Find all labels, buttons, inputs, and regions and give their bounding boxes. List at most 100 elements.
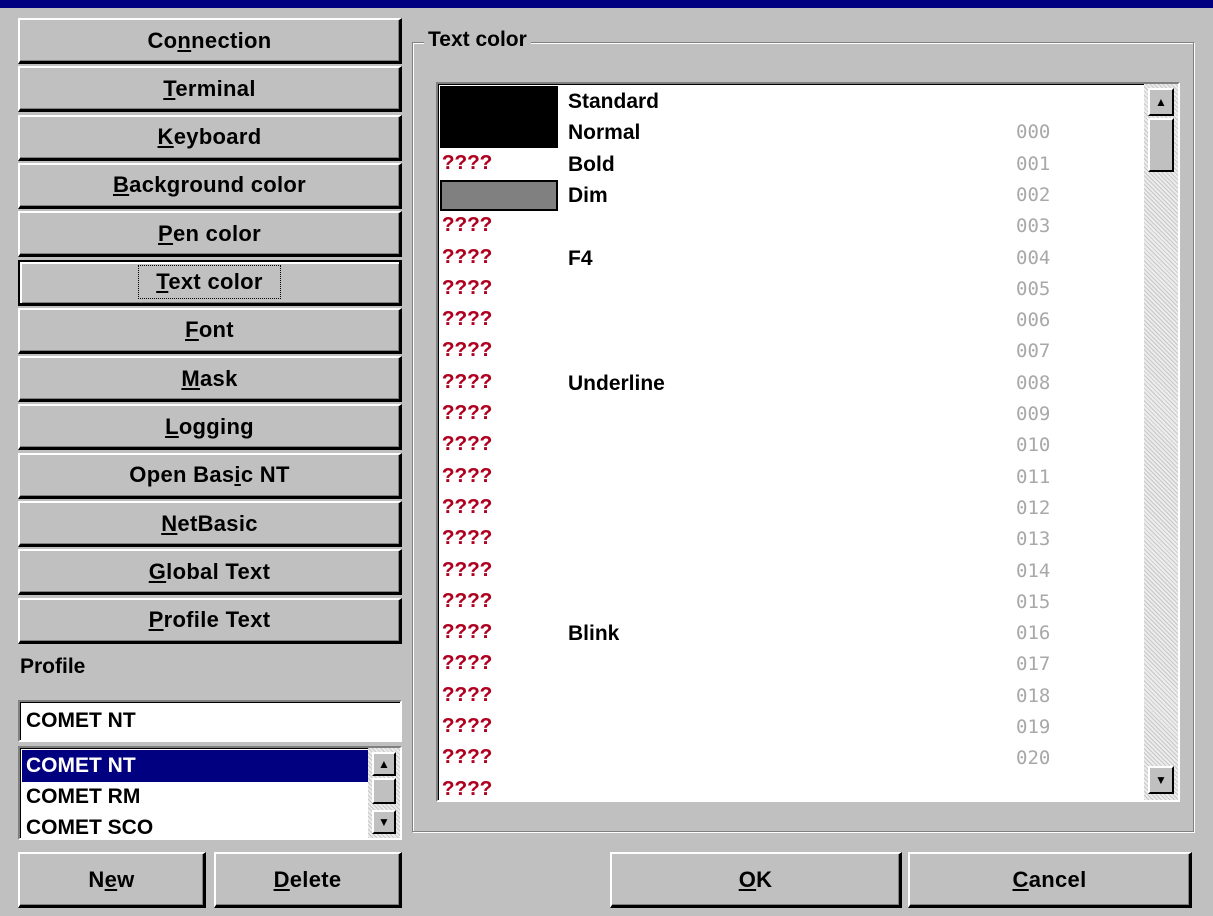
unknown-color-marker: ???? [442,684,493,708]
unknown-color-marker: ???? [442,434,493,458]
color-list-row[interactable]: ???? 011 [438,462,1138,493]
attribute-name: Standard [568,90,660,113]
scroll-up-arrow-icon[interactable]: ▲ [1148,88,1174,116]
color-swatch [440,117,558,149]
unknown-color-marker: ???? [442,309,493,333]
color-list-row[interactable]: ???? 010 [438,430,1138,461]
unknown-color-marker: ???? [442,215,493,239]
scroll-down-arrow-icon[interactable]: ▼ [1148,766,1174,794]
attribute-name: Dim [568,183,608,207]
attribute-code: 008 [1016,371,1051,394]
color-list-row[interactable]: ???? 020 [438,743,1138,774]
color-list-row[interactable]: ???? 018 [438,681,1138,712]
attribute-name: Blink [568,622,620,646]
attribute-name: Underline [568,371,665,395]
attribute-code: 018 [1016,684,1051,707]
unknown-color-marker: ???? [442,277,493,301]
color-rows: Standard Normal 000???? Bold 001 Dim 002???? 00… [438,86,1138,800]
keyboard-button[interactable]: Keyboard [18,114,402,161]
scroll-down-arrow-icon[interactable]: ▼ [372,810,396,834]
text-color-listbox[interactable]: Standard Normal 000???? Bold 001 Dim 002???? 00… [436,82,1180,802]
color-list-row[interactable]: ???? Bold 001 [438,149,1138,180]
color-list-row[interactable]: Dim 002 [438,179,1138,211]
cancel-button[interactable]: Cancel [908,852,1192,908]
text-color-button[interactable]: Text color [18,259,402,306]
open-basic-nt-button[interactable]: Open Basic NT [18,452,402,499]
attribute-code: 020 [1016,747,1051,770]
attribute-code: 000 [1016,121,1051,144]
background-color-button[interactable]: Background color [18,162,402,209]
color-list-row[interactable]: ???? 013 [438,524,1138,555]
color-swatch [440,86,558,117]
unknown-color-marker: ???? [442,622,493,646]
color-list-row[interactable]: ???? 014 [438,556,1138,587]
attribute-code: 016 [1016,622,1051,645]
attribute-code: 019 [1016,716,1051,738]
attribute-code: 005 [1016,277,1051,300]
profile-list-item[interactable]: COMET RM [22,781,378,813]
profile-scroll-thumb[interactable] [372,778,396,804]
unknown-color-marker: ???? [442,716,493,739]
attribute-code: 004 [1016,246,1051,269]
delete-profile-button[interactable]: Delete [214,852,402,908]
color-swatch [440,179,558,211]
attribute-name: Normal [568,121,641,145]
color-list-row[interactable]: ???? 019 [438,712,1138,743]
attribute-code: 014 [1016,559,1051,582]
color-list-row[interactable]: Standard [438,86,1138,117]
attribute-code: 011 [1016,465,1051,488]
attribute-code: 010 [1016,434,1051,457]
color-list-row[interactable]: ???? 005 [438,274,1138,305]
attribute-code: 003 [1016,215,1051,238]
color-list-row[interactable]: ???? 017 [438,649,1138,680]
unknown-color-marker: ???? [442,403,493,426]
attribute-code: 013 [1016,528,1051,551]
profile-input-text: COMET NT [26,709,136,732]
color-list-row[interactable]: ???? Underline 008 [438,368,1138,399]
attribute-code: 017 [1016,653,1051,676]
global-text-button[interactable]: Global Text [18,549,402,596]
terminal-button[interactable]: Terminal [18,66,402,113]
profile-list-item[interactable]: COMET NT [22,750,378,782]
scroll-up-arrow-icon[interactable]: ▲ [372,752,396,776]
color-list-row[interactable]: ???? 006 [438,305,1138,336]
unknown-color-marker: ???? [442,371,493,395]
profile-name-input[interactable]: COMET NT [18,700,402,742]
color-list-row[interactable]: ???? [438,775,1138,800]
unknown-color-marker: ???? [442,653,493,677]
profile-listbox[interactable]: COMET NT COMET RM COMET SCO ▲ ▼ [18,746,402,840]
color-list-row[interactable]: Normal 000 [438,117,1138,149]
font-button[interactable]: Font [18,307,402,354]
connection-button[interactable]: Connection [18,18,402,64]
unknown-color-marker: ???? [442,496,493,520]
attribute-code: 012 [1016,496,1051,519]
color-list-row[interactable]: ???? 009 [438,399,1138,430]
attribute-code: 015 [1016,590,1051,613]
color-list-scroll-thumb[interactable] [1148,118,1174,172]
attribute-code: 001 [1016,152,1051,175]
profile-list-item[interactable]: COMET SCO [22,812,378,838]
unknown-color-marker: ???? [442,465,493,489]
attribute-code: 007 [1016,340,1051,363]
ok-button[interactable]: OK [610,852,902,908]
color-list-scrollbar[interactable]: ▲ ▼ [1144,84,1178,800]
attribute-code: 006 [1016,309,1051,332]
color-list-row[interactable]: ???? 012 [438,493,1138,524]
unknown-color-marker: ???? [442,590,493,614]
color-list-row[interactable]: ???? 003 [438,211,1138,242]
pen-color-button[interactable]: Pen color [18,211,402,258]
attribute-code: 009 [1016,403,1051,425]
profile-text-button[interactable]: Profile Text [18,597,402,644]
attribute-name: F4 [568,246,593,270]
profile-scrollbar[interactable]: ▲ ▼ [368,748,400,838]
new-profile-button[interactable]: New [18,852,206,908]
color-list-row[interactable]: ???? 007 [438,336,1138,367]
netbasic-button[interactable]: NetBasic [18,501,402,547]
color-list-row[interactable]: ???? F4 004 [438,243,1138,274]
mask-button[interactable]: Mask [18,356,402,403]
color-list-row[interactable]: ???? 015 [438,587,1138,618]
unknown-color-marker: ???? [442,747,493,771]
unknown-color-marker: ???? [442,778,493,800]
logging-button[interactable]: Logging [18,404,402,451]
color-list-row[interactable]: ???? Blink 016 [438,618,1138,649]
